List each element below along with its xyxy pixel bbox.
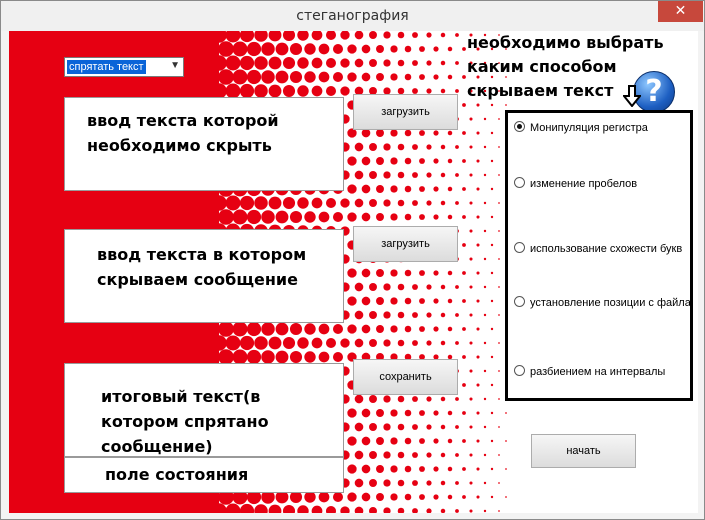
radio-label-4: разбиением на интервалы — [530, 366, 666, 378]
chevron-down-icon[interactable]: ▼ — [170, 60, 180, 71]
save-button[interactable]: сохранить — [353, 359, 458, 395]
radio-button-2[interactable] — [514, 242, 525, 253]
radio-label-0: Монипуляция регистра — [530, 122, 648, 134]
load-hide-text-button[interactable]: загрузить — [353, 94, 458, 130]
start-button[interactable]: начать — [531, 434, 636, 468]
status-field: поле состояния — [64, 457, 344, 493]
radio-method-4[interactable]: разбиением на интервалы — [514, 365, 665, 378]
load-cover-text-button[interactable]: загрузить — [353, 226, 458, 262]
radio-button-4[interactable] — [514, 365, 525, 376]
radio-button-0[interactable] — [514, 121, 525, 132]
main-window: стеганография ✕ спрятать текст ▼ ввод те… — [0, 0, 705, 520]
radio-label-1: изменение пробелов — [530, 178, 638, 190]
hide-text-input[interactable]: ввод текста которой необходимо скрыть — [64, 97, 344, 191]
radio-method-1[interactable]: изменение пробелов — [514, 177, 637, 190]
radio-label-2: использование схожести букв — [530, 243, 683, 255]
radio-label-3: установление позиции с файла — [530, 297, 691, 309]
mode-select-value: спрятать текст — [67, 60, 146, 74]
radio-method-0[interactable]: Монипуляция регистра — [514, 121, 648, 134]
result-text-output[interactable]: итоговый текст(в котором спрятано сообще… — [64, 363, 344, 457]
window-title: стеганография — [296, 8, 409, 24]
close-button[interactable]: ✕ — [658, 1, 703, 22]
mode-select[interactable]: спрятать текст ▼ — [64, 57, 184, 77]
method-radio-group: Монипуляция регистра изменение пробелов … — [505, 110, 693, 401]
radio-button-1[interactable] — [514, 177, 525, 188]
radio-button-3[interactable] — [514, 296, 525, 307]
title-bar[interactable]: стеганография ✕ — [1, 1, 704, 31]
arrow-down-icon — [623, 85, 641, 107]
radio-method-3[interactable]: установление позиции с файла — [514, 296, 691, 309]
client-area: спрятать текст ▼ ввод текста которой нео… — [9, 31, 698, 513]
cover-text-input[interactable]: ввод текста в котором скрываем сообщение — [64, 229, 344, 323]
radio-method-2[interactable]: использование схожести букв — [514, 242, 682, 255]
